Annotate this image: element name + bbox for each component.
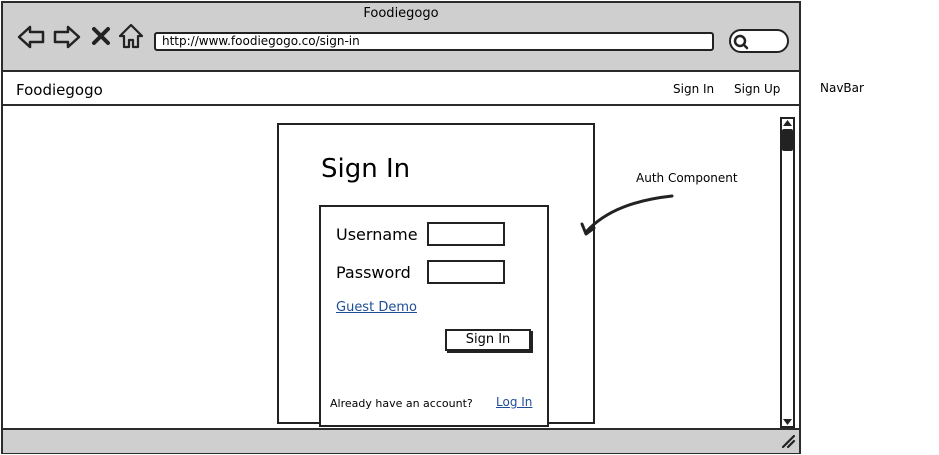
annotation-arrow-icon [580,194,674,236]
guest-demo-link[interactable]: Guest Demo [336,300,417,315]
password-field[interactable] [427,260,505,284]
home-icon[interactable] [117,22,145,50]
nav-sign-up-link[interactable]: Sign Up [734,82,780,96]
username-label: Username [336,225,418,244]
close-icon[interactable] [90,25,112,47]
account-prompt-text: Already have an account? [330,397,473,410]
brand-logo-text[interactable]: Foodiegogo [16,81,103,99]
window-title: Foodiegogo [363,6,439,21]
address-bar[interactable]: http://www.foodiegogo.co/sign-in [154,32,714,51]
navbar-annotation: NavBar [820,81,864,95]
scroll-down-icon[interactable] [782,418,793,426]
scroll-up-icon[interactable] [782,119,793,127]
forward-arrow-icon[interactable] [52,22,82,52]
browser-search-box[interactable] [729,29,789,53]
password-label: Password [336,263,411,282]
vertical-scrollbar[interactable] [780,117,795,428]
auth-component-annotation: Auth Component [636,171,738,185]
log-in-link[interactable]: Log In [496,395,532,409]
back-arrow-icon[interactable] [16,22,46,52]
sign-in-button[interactable]: Sign In [445,329,531,351]
username-field[interactable] [427,222,505,246]
scrollbar-thumb[interactable] [782,129,793,151]
resize-grip-icon[interactable] [780,433,796,449]
auth-title: Sign In [321,154,411,184]
nav-sign-in-link[interactable]: Sign In [673,82,714,96]
search-icon [733,34,749,50]
browser-statusbar [3,428,799,453]
